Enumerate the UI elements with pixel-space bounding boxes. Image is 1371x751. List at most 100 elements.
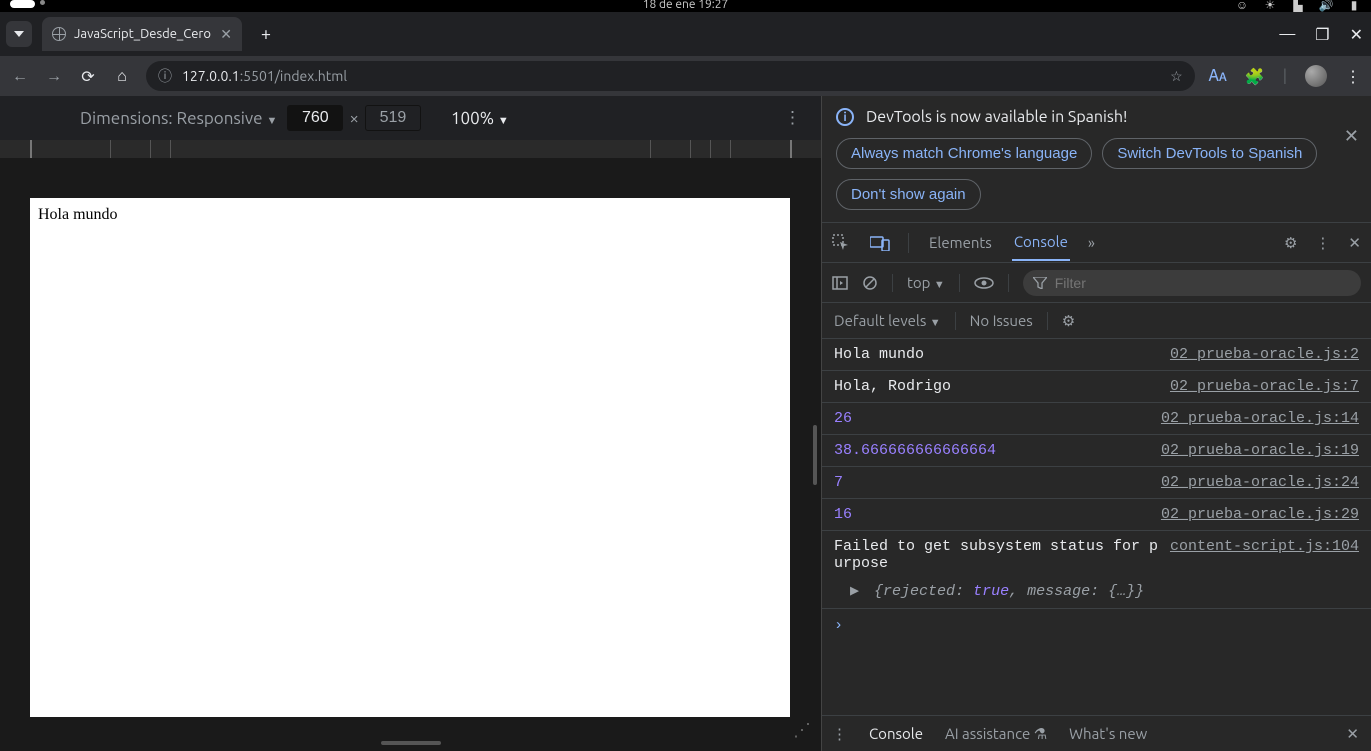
log-source-link[interactable]: content-script.js:104 [1170,538,1359,572]
window-close-button[interactable]: ✕ [1350,25,1363,44]
chevron-down-icon[interactable]: ▼ [266,115,277,127]
filter-box[interactable] [1023,270,1361,296]
volume-icon[interactable]: 🔊 [1319,0,1333,12]
activities-pill[interactable] [10,0,35,8]
bookmark-star-icon[interactable]: ☆ [1170,68,1183,85]
sidebar-toggle-icon[interactable] [832,275,848,291]
console-prompt[interactable]: › [822,609,1371,642]
infobar-title: DevTools is now available in Spanish! [866,108,1127,126]
inspect-element-icon[interactable] [832,234,852,252]
dimension-separator: × [349,109,359,128]
tab-close-button[interactable]: ✕ [220,26,232,43]
log-levels-selector[interactable]: Default levels [834,312,926,329]
log-row: Hola mundo 02_prueba-oracle.js:2 [822,339,1371,371]
log-row: Failed to get subsystem status for purpo… [822,531,1371,579]
chevron-down-icon[interactable]: ▼ [930,317,941,329]
chevron-down-icon[interactable]: ▼ [498,115,509,127]
drawer-tab-console[interactable]: Console [869,725,923,742]
drawer-menu-button[interactable]: ⋮ [832,725,847,743]
tab-elements[interactable]: Elements [927,225,994,260]
match-language-button[interactable]: Always match Chrome's language [836,138,1092,169]
resize-handle-right[interactable] [813,425,817,485]
maximize-button[interactable]: ❐ [1315,25,1329,44]
log-message: 16 [834,506,1151,523]
minimize-button[interactable]: — [1279,25,1295,44]
browser-menu-button[interactable]: ⋮ [1345,67,1361,86]
resize-handle-corner[interactable]: ⋰ [793,720,811,741]
log-source-link[interactable]: 02_prueba-oracle.js:19 [1161,442,1359,459]
context-selector[interactable]: top [907,274,930,291]
browser-tab-active[interactable]: JavaScript_Desde_Cero ✕ [42,17,242,51]
resize-handle-bottom[interactable] [381,741,441,745]
ruler[interactable] [0,140,821,158]
log-source-link[interactable]: 02_prueba-oracle.js:29 [1161,506,1359,523]
log-message: 26 [834,410,1151,427]
console-output[interactable]: Hola mundo 02_prueba-oracle.js:2 Hola, R… [822,339,1371,715]
log-message: Hola mundo [834,346,1160,363]
log-source-link[interactable]: 02_prueba-oracle.js:7 [1170,378,1359,395]
globe-icon [52,27,66,41]
dont-show-button[interactable]: Don't show again [836,179,981,210]
url-host: 127.0.0.1 [182,68,240,84]
console-toolbar-secondary: Default levels ▼ No Issues ⚙ [822,303,1371,339]
devtools-tabbar: Elements Console » ⚙ ⋮ ✕ [822,223,1371,263]
expand-triangle-icon[interactable]: ▶ [850,583,859,600]
more-tabs-button[interactable]: » [1088,234,1095,251]
accessibility-icon[interactable]: ☺ [1235,0,1249,12]
log-source-link[interactable]: 02_prueba-oracle.js:2 [1170,346,1359,363]
translate-icon[interactable]: 🗛 [1209,67,1227,86]
log-object-preview[interactable]: ▶ {rejected: true, message: {…}} [822,579,1371,609]
device-more-button[interactable]: ⋮ [784,108,801,128]
log-message: 7 [834,474,1151,491]
reload-button[interactable]: ⟳ [78,67,98,86]
device-viewport-panel: Dimensions: Responsive ▼ × 100% ▼ ⋮ Hola… [0,96,821,751]
devtools-close-button[interactable]: ✕ [1348,234,1361,252]
battery-icon[interactable]: ▮ [1347,0,1361,12]
tab-search-button[interactable] [6,21,32,47]
infobar-close-button[interactable]: ✕ [1344,126,1359,147]
profile-avatar[interactable] [1305,65,1327,87]
filter-input[interactable] [1055,275,1351,291]
system-tray[interactable]: ☺ ☀ ▙ 🔊 ▮ [1235,0,1361,12]
device-toolbar: Dimensions: Responsive ▼ × 100% ▼ ⋮ [0,96,821,140]
drawer-close-button[interactable]: ✕ [1346,725,1359,743]
tab-console[interactable]: Console [1012,224,1070,261]
devtools-menu-button[interactable]: ⋮ [1315,234,1330,252]
home-button[interactable]: ⌂ [112,67,132,86]
new-tab-button[interactable]: + [252,24,280,44]
page-canvas: Hola mundo ⋰ [0,158,821,751]
live-expression-icon[interactable] [974,276,994,290]
back-button[interactable]: ← [10,67,30,86]
extensions-icon[interactable]: 🧩 [1245,67,1265,86]
console-settings-icon[interactable]: ⚙ [1062,312,1075,330]
height-input[interactable] [365,105,421,131]
width-input[interactable] [287,105,343,131]
url-input[interactable]: ⓘ 127.0.0.1:5501/index.html ☆ [146,61,1195,91]
clear-console-icon[interactable] [862,275,878,291]
drawer-tab-ai[interactable]: AI assistance ⚗ [945,725,1047,743]
issues-link[interactable]: No Issues [970,312,1033,329]
menu-dot [40,0,45,5]
drawer-tab-whatsnew[interactable]: What's new [1069,725,1147,742]
zoom-level[interactable]: 100% [451,109,494,128]
devtools-infobar: i DevTools is now available in Spanish! … [822,96,1371,223]
dimensions-label[interactable]: Dimensions: Responsive [80,109,263,128]
brightness-icon[interactable]: ☀ [1263,0,1277,12]
log-message: Failed to get subsystem status for purpo… [834,538,1160,572]
log-source-link[interactable]: 02_prueba-oracle.js:24 [1161,474,1359,491]
log-message: 38.666666666666664 [834,442,1151,459]
filter-icon [1033,277,1047,289]
site-info-icon[interactable]: ⓘ [158,66,172,86]
log-row: Hola, Rodrigo 02_prueba-oracle.js:7 [822,371,1371,403]
log-source-link[interactable]: 02_prueba-oracle.js:14 [1161,410,1359,427]
page-text: Hola mundo [38,206,118,223]
device-toggle-icon[interactable] [870,235,890,251]
devtools-panel: i DevTools is now available in Spanish! … [821,96,1371,751]
clock[interactable]: 18 de ene 19:27 [643,0,729,11]
switch-language-button[interactable]: Switch DevTools to Spanish [1102,138,1317,169]
chevron-down-icon[interactable]: ▼ [934,279,945,291]
network-icon[interactable]: ▙ [1291,0,1305,12]
log-row: 7 02_prueba-oracle.js:24 [822,467,1371,499]
rendered-page[interactable]: Hola mundo [30,198,790,717]
devtools-settings-icon[interactable]: ⚙ [1284,234,1297,252]
